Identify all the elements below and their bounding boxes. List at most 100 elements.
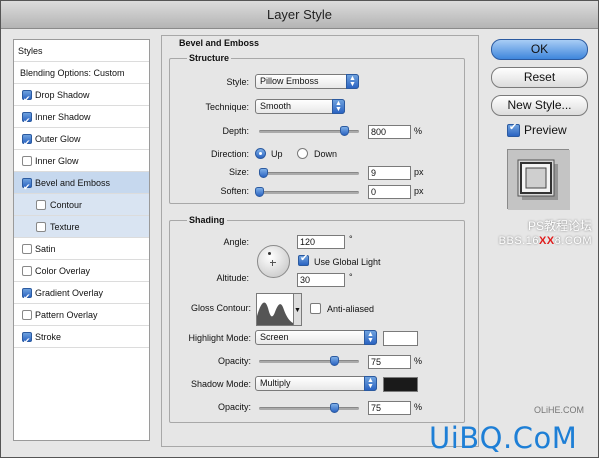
highlight-opacity-input[interactable]: 75 [368,355,411,369]
angle-dial[interactable] [257,245,290,278]
styles-list-item[interactable]: Gradient Overlay [14,282,149,308]
contour-curve-icon [257,302,293,325]
styles-list-item[interactable]: Texture [14,216,149,238]
size-input[interactable]: 9 [368,166,411,180]
depth-input[interactable]: 800 [368,125,411,139]
style-select-value: Pillow Emboss [260,76,319,86]
style-checkbox[interactable] [22,310,32,320]
style-select[interactable]: Pillow Emboss ▲ ▼ [255,74,359,89]
direction-down-radio[interactable] [297,148,308,159]
shading-title: Shading [187,215,227,225]
crosshair-icon [270,260,276,266]
gloss-contour-dropdown[interactable]: ▼ [294,293,302,326]
highlight-mode-select[interactable]: Screen ▲ ▼ [255,330,377,345]
preview-label: Preview [524,123,567,137]
highlight-mode-label: Highlight Mode: [188,333,251,343]
styles-list-item[interactable]: Stroke [14,326,149,352]
soften-slider-handle[interactable] [255,187,264,197]
highlight-opacity-label: Opacity: [217,356,251,366]
chevron-updown-icon: ▲ ▼ [364,330,377,345]
style-checkbox[interactable] [22,88,32,110]
highlight-color-swatch[interactable] [383,331,418,346]
reset-button[interactable]: Reset [491,67,588,88]
watermark-url-prefix: BBS.16 [498,235,539,247]
technique-select[interactable]: Smooth ▲ ▼ [255,99,345,114]
styles-list-item[interactable]: Blending Options: Custom [14,62,149,84]
soften-label: Soften: [220,186,249,196]
style-checkbox[interactable] [22,156,32,166]
soften-slider[interactable] [255,187,359,197]
angle-label: Angle: [223,237,249,247]
size-slider-handle[interactable] [259,168,268,178]
shadow-opacity-slider[interactable] [259,403,359,413]
style-checkbox[interactable] [22,176,32,198]
angle-unit: ° [349,234,353,244]
styles-list-item[interactable]: Styles [14,40,149,62]
styles-list-item-label: Inner Shadow [35,112,91,122]
technique-select-value: Smooth [260,101,292,111]
style-checkbox[interactable] [36,222,46,232]
styles-list-item[interactable]: Bevel and Emboss [14,172,149,198]
styles-list-item-label: Outer Glow [35,134,81,144]
watermark-forum: PS教程论坛 [527,219,592,233]
highlight-opacity-handle[interactable] [330,356,339,366]
direction-up-radio[interactable] [255,148,266,159]
shading-group [169,220,465,423]
preview-checkbox[interactable] [507,122,520,137]
shadow-mode-select[interactable]: Multiply ▲ ▼ [255,376,377,391]
styles-list-item[interactable]: Contour [14,194,149,216]
depth-unit: % [414,126,423,136]
size-slider[interactable] [259,168,359,178]
soften-input[interactable]: 0 [368,185,411,199]
style-checkbox[interactable] [22,132,32,154]
styles-list-item-label: Color Overlay [35,266,91,276]
styles-list-item[interactable]: Satin [14,238,149,260]
style-checkbox[interactable] [36,200,46,210]
styles-list-item[interactable]: Drop Shadow [14,84,149,110]
depth-slider[interactable] [259,126,359,136]
style-label: Style: [226,77,249,87]
use-global-light-label: Use Global Light [314,257,381,267]
shadow-opacity-handle[interactable] [330,403,339,413]
technique-label: Technique: [205,102,249,112]
depth-label: Depth: [222,126,249,136]
gloss-contour-preview[interactable] [256,293,294,326]
bevel-preview-icon [508,150,570,210]
anti-aliased-label: Anti-aliased [327,304,375,314]
size-unit: px [414,167,424,177]
styles-list-item-label: Contour [50,200,83,210]
watermark-url-suffix: 8.COM [554,235,592,247]
shadow-color-swatch[interactable] [383,377,418,392]
ok-button[interactable]: OK [491,39,588,60]
direction-label: Direction: [210,149,249,159]
shadow-opacity-unit: % [414,402,423,412]
layer-style-dialog: Layer Style Styles Blending Options: Cust… [0,0,599,458]
style-checkbox[interactable] [22,266,32,276]
styles-list-item[interactable]: Color Overlay [14,260,149,282]
altitude-unit: ° [349,272,353,282]
highlight-opacity-slider[interactable] [259,356,359,366]
chevron-updown-icon: ▲ ▼ [346,74,359,89]
styles-list: Styles Blending Options: Custom Drop Shado… [13,39,150,441]
styles-list-item-label: Gradient Overlay [35,288,104,298]
style-checkbox[interactable] [22,286,32,308]
styles-list-item[interactable]: Outer Glow [14,128,149,154]
style-checkbox[interactable] [22,330,32,352]
use-global-light-checkbox[interactable] [298,253,309,266]
anti-aliased-checkbox[interactable] [310,303,321,314]
direction-down-label: Down [314,149,338,159]
altitude-input[interactable]: 30 [297,273,345,287]
styles-list-item[interactable]: Inner Glow [14,150,149,172]
uibq-logo: UiBQ.CoM [429,421,578,455]
chevron-updown-icon: ▲ ▼ [364,376,377,391]
watermark-url: BBS.16XX8.COM [499,235,592,247]
new-style-button[interactable]: New Style... [491,95,588,116]
shadow-opacity-input[interactable]: 75 [368,401,411,415]
angle-input[interactable]: 120 [297,235,345,249]
depth-slider-handle[interactable] [340,126,349,136]
soften-unit: px [414,186,424,196]
style-checkbox[interactable] [22,244,32,254]
styles-list-item[interactable]: Pattern Overlay [14,304,149,326]
style-checkbox[interactable] [22,110,32,132]
styles-list-item[interactable]: Inner Shadow [14,106,149,132]
